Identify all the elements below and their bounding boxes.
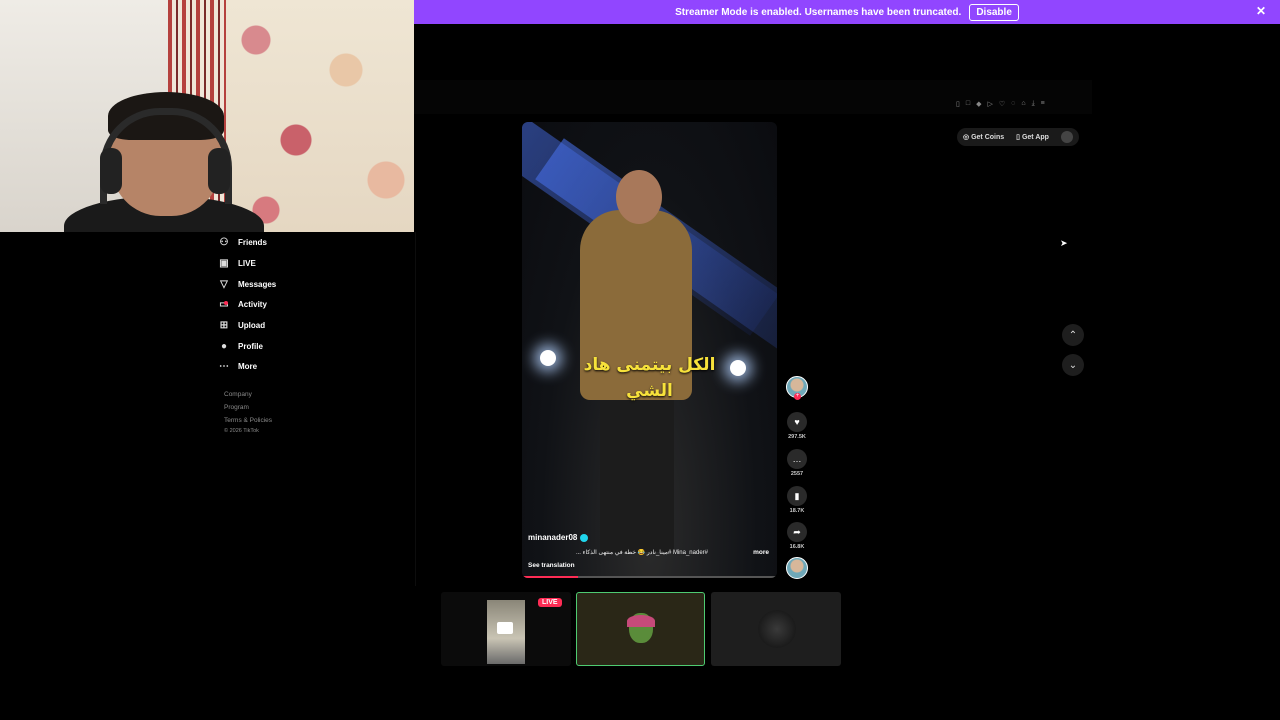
previous-video-button[interactable]: ⌃ — [1062, 324, 1084, 346]
thumbnail[interactable] — [711, 592, 841, 666]
comment-action[interactable]: … 2557 — [786, 449, 808, 477]
caption-line-1: الكل بيتمنى هاد — [583, 355, 716, 375]
monitor-icon — [497, 622, 513, 634]
heart-icon[interactable]: ♥ — [787, 412, 807, 432]
caption-line-2: الشي — [626, 381, 673, 401]
mouse-cursor-icon: ➤ — [1060, 238, 1068, 248]
sidebar-item-label: Activity — [238, 299, 267, 309]
live-icon: ▣ — [219, 257, 229, 269]
more-link[interactable]: more — [753, 549, 769, 556]
see-translation-link[interactable]: See translation — [528, 562, 575, 569]
close-banner-icon[interactable]: ✕ — [1256, 4, 1266, 18]
music-disc-avatar[interactable] — [786, 557, 808, 579]
share-action[interactable]: ➦ 16.8K — [786, 522, 808, 550]
heart-outline-icon[interactable]: ♡ — [999, 100, 1005, 108]
upload-icon: ⊞ — [219, 319, 229, 331]
chevron-up-icon: ⌃ — [1068, 329, 1078, 341]
video-username[interactable]: minanader08 — [528, 533, 577, 542]
download-icon[interactable]: ⤓ — [1032, 100, 1035, 108]
video-description: #Mina_nader #مينا_نادر 😂 خطة في منتهى ال… — [575, 550, 708, 556]
banner-message: Streamer Mode is enabled. Usernames have… — [675, 6, 962, 18]
live-stream-thumbnail[interactable]: LIVE — [441, 592, 571, 666]
webcam-curtain-floral — [226, 0, 414, 232]
sidebar-item-activity[interactable]: ▭ Activity — [218, 298, 267, 310]
footer-copyright: © 2026 TikTok — [224, 428, 259, 434]
lock-icon[interactable]: ⌂ — [1021, 100, 1025, 108]
video-player[interactable]: الكل بيتمنى هاد الشي minanader08 #Mina_n… — [522, 122, 777, 578]
shield-icon[interactable]: ◆ — [976, 100, 981, 108]
get-app-label: Get App — [1021, 134, 1049, 141]
profile-icon: ● — [220, 340, 228, 352]
sidebar-nav: ⚇ Friends ▣ LIVE ▽ Messages ▭ Activity ⊞… — [190, 232, 416, 586]
notification-dot — [224, 301, 228, 305]
webcam-overlay — [0, 0, 414, 232]
pepe-hair — [627, 615, 655, 627]
sidebar-item-label: Friends — [238, 237, 267, 247]
extension-icon[interactable]: ◌ — [1011, 100, 1015, 108]
footer-link-company[interactable]: Company — [224, 391, 252, 398]
sidebar-item-label: Messages — [238, 279, 277, 289]
sidebar-item-label: More — [238, 361, 258, 371]
messages-icon: ▽ — [220, 278, 228, 290]
browser-toolbar-icons: ▯ □ ◆ ▷ ♡ ◌ ⌂ ⤓ ≡ — [956, 100, 1045, 108]
footer-link-terms[interactable]: Terms & Policies — [224, 417, 272, 424]
tab-icon[interactable]: □ — [966, 100, 970, 108]
more-icon: ⋯ — [219, 360, 229, 372]
share-count: 16.8K — [789, 544, 805, 550]
live-badge: LIVE — [538, 598, 562, 607]
get-app-button[interactable]: ▯ Get App — [1016, 133, 1049, 141]
headphones-cup-right — [208, 148, 230, 194]
sidebar-item-live[interactable]: ▣ LIVE — [218, 257, 256, 269]
header-actions: ◎ Get Coins ▯ Get App — [957, 128, 1079, 146]
play-icon[interactable]: ▷ — [987, 100, 992, 108]
user-avatar[interactable] — [1060, 131, 1073, 143]
sidebar-item-messages[interactable]: ▽ Messages — [218, 278, 276, 290]
save-count: 18.7K — [789, 508, 805, 514]
menu-icon[interactable]: ≡ — [1041, 100, 1045, 108]
performer-pants — [600, 392, 674, 552]
get-coins-button[interactable]: ◎ Get Coins — [963, 133, 1004, 141]
sidebar-item-friends[interactable]: ⚇ Friends — [218, 236, 267, 248]
sidebar-item-label: Upload — [238, 320, 266, 330]
activity-icon: ▭ — [218, 298, 230, 310]
like-count: 297.5K — [788, 434, 806, 440]
sidebar-item-label: LIVE — [238, 258, 256, 268]
headphones-cup-left — [100, 148, 122, 194]
video-author[interactable]: minanader08 — [528, 533, 589, 542]
sidebar-item-upload[interactable]: ⊞ Upload — [218, 319, 265, 331]
selected-thumbnail[interactable] — [576, 592, 705, 666]
next-video-button[interactable]: ⌄ — [1062, 354, 1084, 376]
bookmark-icon[interactable]: ▮ — [787, 486, 807, 506]
tiktok-top-bar — [414, 80, 1092, 114]
sidebar-item-profile[interactable]: ● Profile — [218, 340, 263, 352]
comment-count: 2557 — [790, 471, 804, 477]
follow-plus-icon[interactable]: + — [794, 393, 801, 400]
like-action[interactable]: ♥ 297.5K — [786, 412, 808, 440]
get-coins-label: Get Coins — [971, 134, 1005, 141]
footer-link-program[interactable]: Program — [224, 404, 249, 411]
disable-streamer-mode-button[interactable]: Disable — [969, 3, 1019, 21]
sidebar-item-more[interactable]: ⋯ More — [218, 360, 257, 372]
video-progress-bar[interactable] — [522, 576, 777, 578]
video-caption-overlay: الكل بيتمنى هاد الشي — [522, 352, 777, 404]
streamer-mode-banner: Streamer Mode is enabled. Usernames have… — [414, 0, 1280, 24]
chevron-down-icon: ⌄ — [1068, 359, 1078, 371]
orb-image — [758, 610, 796, 648]
bookmark-icon[interactable]: ▯ — [956, 100, 960, 108]
share-icon[interactable]: ➦ — [787, 522, 807, 542]
performer-head — [616, 170, 662, 224]
save-action[interactable]: ▮ 18.7K — [786, 486, 808, 514]
verified-badge-icon — [580, 533, 589, 542]
friends-icon: ⚇ — [219, 236, 229, 248]
sidebar-item-label: Profile — [238, 341, 263, 351]
comment-icon[interactable]: … — [787, 449, 807, 469]
video-progress-fill — [522, 576, 579, 578]
